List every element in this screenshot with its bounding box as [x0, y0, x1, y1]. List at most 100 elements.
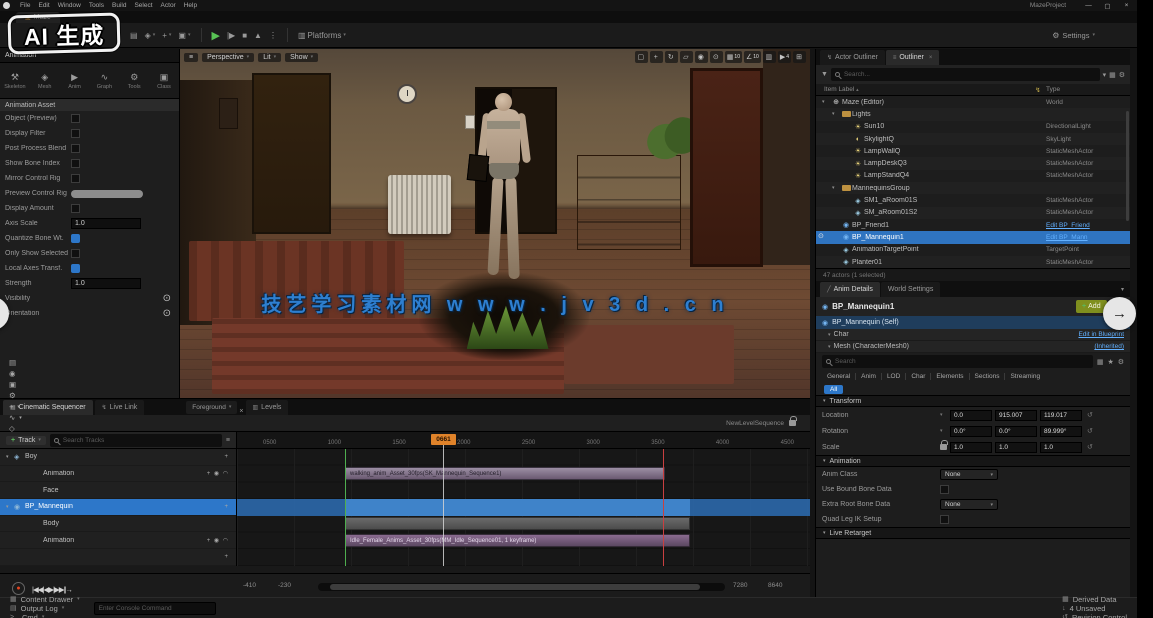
- outliner-row[interactable]: ⊙ ▾ ⊕ Maze (Editor) World: [816, 96, 1130, 108]
- anim-property-row[interactable]: Display Filter: [0, 126, 179, 141]
- scale-y-field[interactable]: 1.0: [995, 442, 1037, 453]
- track-buttons[interactable]: + ◉ ◠: [207, 470, 236, 477]
- playhead-line[interactable]: [443, 442, 444, 566]
- playhead-frame-badge[interactable]: 0661: [431, 434, 456, 445]
- component-edit-link[interactable]: (Inherited): [1094, 343, 1124, 350]
- anim-property-row[interactable]: Orientation ⊙: [0, 306, 179, 321]
- outliner-row[interactable]: ⊙ ☀ LampDeskQ3 StaticMeshActor: [816, 157, 1130, 169]
- tab-world-settings[interactable]: World Settings: [881, 282, 940, 297]
- component-row[interactable]: ▾ Char Edit in Blueprint: [816, 329, 1130, 341]
- details-category-chip[interactable]: Streaming: [1005, 373, 1045, 380]
- property-control[interactable]: ▾: [940, 485, 949, 494]
- sequencer-track-row[interactable]: ▾ ◉ BP_Mannequin +: [0, 499, 236, 516]
- rotation-x-field[interactable]: 0.0°: [950, 426, 992, 437]
- viewport-tool-button[interactable]: ▱: [680, 51, 693, 63]
- track-search-input[interactable]: Search Tracks: [50, 434, 222, 447]
- anim-property-row[interactable]: Display Amount: [0, 201, 179, 216]
- mode-tab[interactable]: ▣ Class: [149, 63, 179, 98]
- range-start-value[interactable]: -410: [243, 582, 256, 589]
- close-button[interactable]: ×: [1118, 1, 1135, 11]
- actor-type-cell[interactable]: DirectionalLight: [1046, 123, 1130, 130]
- property-control[interactable]: [71, 264, 80, 273]
- actor-type-cell[interactable]: StaticMeshActor: [1046, 148, 1130, 155]
- reset-icon[interactable]: ↺: [1087, 443, 1093, 451]
- scrollbar-thumb[interactable]: [330, 584, 700, 590]
- property-control[interactable]: ⊙: [163, 308, 171, 319]
- actor-type-cell[interactable]: SkyLight: [1046, 136, 1130, 143]
- details-property-row[interactable]: Quad Leg IK Setup ▾: [816, 512, 1130, 527]
- reset-icon[interactable]: ↺: [1087, 411, 1093, 419]
- outliner-scrollbar[interactable]: [1126, 111, 1129, 221]
- anim-property-row[interactable]: Only Show Selected: [0, 246, 179, 261]
- outliner-search-input[interactable]: Search...: [831, 68, 1100, 81]
- status-bar-button[interactable]: ↓4 Unsaved: [1062, 604, 1127, 613]
- show-dropdown[interactable]: Show▾: [285, 53, 318, 62]
- display-options-icon[interactable]: ▦: [1097, 358, 1104, 366]
- property-control[interactable]: [71, 190, 143, 198]
- details-category-chip[interactable]: LOD: [882, 373, 906, 380]
- foreground-dropdown[interactable]: Foreground▾: [186, 401, 237, 414]
- property-control[interactable]: 1.0: [71, 218, 141, 229]
- animation-section-header[interactable]: ▾Animation: [816, 455, 1130, 467]
- add-actor-dropdown[interactable]: +▾: [162, 31, 171, 40]
- location-x-field[interactable]: 0.0: [950, 410, 992, 421]
- property-control[interactable]: None▾: [940, 469, 998, 480]
- eject-button[interactable]: ▲: [254, 31, 262, 40]
- play-button[interactable]: ▶: [212, 29, 220, 42]
- status-bar-button[interactable]: ▦Derived Data: [1062, 595, 1127, 604]
- view-options-icon[interactable]: ▦: [1109, 71, 1116, 79]
- status-bar-button[interactable]: >_Cmd▾: [10, 613, 80, 618]
- next-arrow-button[interactable]: →: [1103, 297, 1136, 330]
- anim-property-row[interactable]: Show Bone Index: [0, 156, 179, 171]
- stop-button[interactable]: ■: [242, 31, 247, 40]
- actor-type-cell[interactable]: StaticMeshActor: [1046, 259, 1130, 266]
- filter-all-chip[interactable]: All: [824, 385, 843, 394]
- component-self-row[interactable]: ◉BP_Mannequin (Self): [816, 316, 1130, 329]
- component-row[interactable]: ▾ Mesh (CharacterMesh0) (Inherited): [816, 341, 1130, 353]
- tab-outliner[interactable]: ≡Outliner×: [886, 50, 940, 65]
- console-command-input[interactable]: Enter Console Command: [94, 602, 216, 615]
- scale-x-field[interactable]: 1.0: [950, 442, 992, 453]
- track-filter-icon[interactable]: ≡: [226, 437, 230, 444]
- mode-tab[interactable]: ⚒ Skeleton: [0, 63, 30, 98]
- property-control[interactable]: [71, 114, 80, 123]
- viewport-tool-button[interactable]: ▶4: [778, 51, 791, 63]
- outliner-row[interactable]: ⊙ ☀ LampStandQ4 StaticMeshActor: [816, 170, 1130, 182]
- property-control[interactable]: [71, 249, 80, 258]
- play-from-here-button[interactable]: |▶: [227, 31, 235, 40]
- mode-tab[interactable]: ▶ Anim: [60, 63, 90, 98]
- settings-dropdown[interactable]: Settings: [1062, 31, 1089, 40]
- details-search-input[interactable]: Search: [822, 355, 1093, 368]
- mode-tab[interactable]: ⚙ Tools: [119, 63, 149, 98]
- outliner-row[interactable]: ⊙ ▾ Lights: [816, 108, 1130, 120]
- tab-levels[interactable]: ▥Levels: [246, 400, 289, 415]
- sequencer-tool-button[interactable]: ⚙▾: [7, 390, 38, 401]
- tab-overflow-icon[interactable]: ▾: [1121, 286, 1124, 293]
- outliner-row[interactable]: ⊙ ◈ SM_aRoom01S2 StaticMeshActor: [816, 207, 1130, 219]
- sequencer-tool-button[interactable]: ∿▾: [7, 412, 38, 423]
- transport-button[interactable]: |→: [64, 585, 71, 594]
- actor-type-cell[interactable]: World: [1046, 99, 1130, 106]
- track-buttons[interactable]: +: [224, 454, 236, 460]
- property-control[interactable]: [71, 174, 80, 183]
- outliner-row[interactable]: ⊙ ◉ BP_Friend1 Edit BP_Friend: [816, 219, 1130, 231]
- track-buttons[interactable]: + ◉ ◠: [207, 537, 236, 544]
- retarget-section-header[interactable]: ▾Live Retarget: [816, 527, 1130, 539]
- menu-item[interactable]: File: [16, 2, 34, 9]
- outliner-row[interactable]: ⊙ ◈ AnimationTargetPoint TargetPoint: [816, 244, 1130, 256]
- viewport-tool-button[interactable]: ⊞: [793, 51, 806, 63]
- menu-item[interactable]: Window: [54, 2, 85, 9]
- range-start2-value[interactable]: -230: [278, 582, 291, 589]
- actor-type-cell[interactable]: Edit BP_Friend: [1046, 222, 1130, 229]
- play-options-dots[interactable]: ⋮: [269, 31, 277, 40]
- menu-item[interactable]: Help: [180, 2, 201, 9]
- viewport[interactable]: ≡ Perspective▾ Lit▾ Show▾ ▢ + ↻ ▱ ◉: [180, 49, 810, 398]
- anim-property-row[interactable]: Quantize Bone Wt.: [0, 231, 179, 246]
- rotation-z-field[interactable]: 89.999°: [1040, 426, 1082, 437]
- playback-start-marker[interactable]: [345, 449, 346, 566]
- property-control[interactable]: [71, 129, 80, 138]
- actor-type-cell[interactable]: StaticMeshActor: [1046, 197, 1130, 204]
- animation-clip-walking[interactable]: walking_anim_Asset_30fps(SK_Mannequin_Se…: [345, 467, 665, 480]
- tab-anim-details[interactable]: ╱Anim Details: [820, 282, 880, 297]
- filter-icon[interactable]: ▼: [821, 71, 828, 78]
